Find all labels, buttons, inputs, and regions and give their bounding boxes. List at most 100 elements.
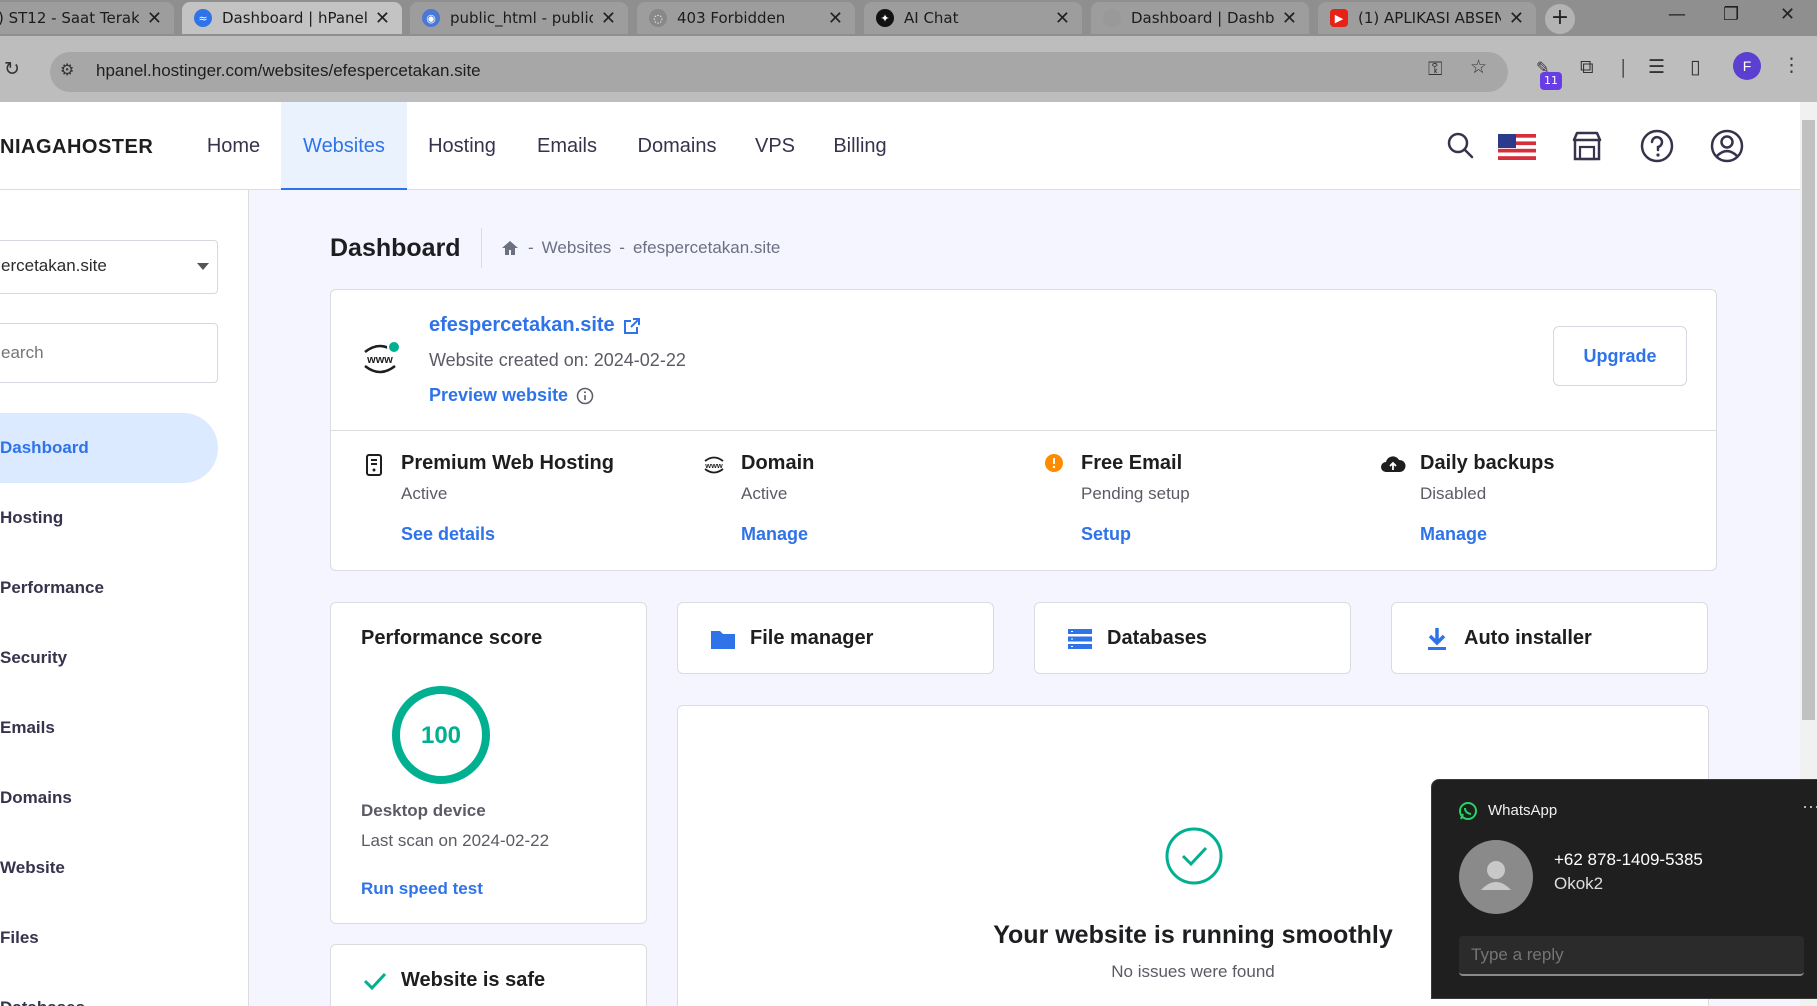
bookmark-star-icon[interactable]: ☆ <box>1470 56 1487 78</box>
service-name: Domain <box>741 452 815 474</box>
notification-message: Okok2 <box>1554 874 1604 893</box>
browser-tab[interactable]: Dashboard | Dashbo ✕ <box>1091 2 1309 34</box>
close-tab-icon[interactable]: ✕ <box>147 8 162 29</box>
sidebar: ercetakan.site Dashboard Hosting Perform… <box>0 190 249 1006</box>
close-tab-icon[interactable]: ✕ <box>1509 8 1524 29</box>
whatsapp-icon <box>1459 802 1477 820</box>
www-globe-icon: www <box>364 340 401 374</box>
nav-emails[interactable]: Emails <box>527 102 607 190</box>
close-tab-icon[interactable]: ✕ <box>1055 8 1070 29</box>
manage-backups-link[interactable]: Manage <box>1420 524 1487 545</box>
reading-list-icon[interactable]: ☰ <box>1648 56 1665 78</box>
scrollbar-thumb[interactable] <box>1802 120 1815 720</box>
site-created-date: Website created on: 2024-02-22 <box>429 350 686 370</box>
service-status: Disabled <box>1420 484 1487 503</box>
sidebar-item-hosting[interactable]: Hosting <box>0 483 218 553</box>
site-name-link[interactable]: efespercetakan.site <box>429 314 641 337</box>
databases-card[interactable]: Databases <box>1034 602 1351 674</box>
reply-input[interactable] <box>1459 936 1804 976</box>
server-icon <box>361 452 387 478</box>
score-gauge: 100 <box>392 686 490 784</box>
store-icon[interactable] <box>1565 124 1609 168</box>
device-label: Desktop device <box>361 801 486 820</box>
puzzle-icon[interactable]: ⧉ <box>1580 56 1594 78</box>
side-panel-icon[interactable]: ▯ <box>1690 56 1700 78</box>
browser-tab[interactable]: ▶ (1) APLIKASI ABSENS ✕ <box>1318 2 1536 34</box>
browser-tab[interactable]: ◌ 403 Forbidden ✕ <box>637 2 855 34</box>
minimize-icon[interactable]: — <box>1668 4 1686 25</box>
us-flag-icon[interactable] <box>1495 124 1539 168</box>
sidebar-item-dashboard[interactable]: Dashboard <box>0 413 218 483</box>
nav-billing[interactable]: Billing <box>823 102 897 190</box>
website-safe-card[interactable]: Website is safe <box>330 944 647 1006</box>
breadcrumb-websites[interactable]: Websites <box>542 238 612 258</box>
browser-tab[interactable]: ✦ AI Chat ✕ <box>864 2 1082 34</box>
close-tab-icon[interactable]: ✕ <box>828 8 843 29</box>
score-value: 100 <box>421 722 461 749</box>
setup-email-link[interactable]: Setup <box>1081 524 1131 545</box>
key-icon[interactable]: ⚿ <box>1428 58 1442 80</box>
url-text[interactable]: hpanel.hostinger.com/websites/efespercet… <box>96 61 481 81</box>
account-icon[interactable] <box>1705 124 1749 168</box>
preview-website-link[interactable]: Preview website <box>429 385 594 406</box>
www-icon: www <box>701 452 727 478</box>
notification-app-name: WhatsApp <box>1488 802 1558 819</box>
auto-installer-card[interactable]: Auto installer <box>1391 602 1708 674</box>
new-tab-button[interactable]: + <box>1545 4 1575 34</box>
upgrade-button[interactable]: Upgrade <box>1553 326 1687 386</box>
close-tab-icon[interactable]: ✕ <box>601 8 616 29</box>
run-speed-test-link[interactable]: Run speed test <box>361 879 483 899</box>
brand-logo[interactable]: NIAGAHOSTER <box>0 136 153 159</box>
app-header: NIAGAHOSTER Home Websites Hosting Emails… <box>0 102 1800 190</box>
manage-domain-link[interactable]: Manage <box>741 524 808 545</box>
see-details-link[interactable]: See details <box>401 524 495 545</box>
service-status: Pending setup <box>1081 484 1190 503</box>
website-select[interactable]: ercetakan.site <box>0 240 218 294</box>
more-options-icon[interactable]: ··· <box>1802 796 1817 817</box>
sidebar-item-databases[interactable]: Databases <box>0 973 218 1006</box>
whatsapp-notification[interactable]: WhatsApp ··· +62 878-1409-5385 Okok2 <box>1431 779 1817 999</box>
nav-websites[interactable]: Websites <box>281 102 407 190</box>
profile-avatar[interactable]: F <box>1733 52 1761 80</box>
close-tab-icon[interactable]: ✕ <box>375 8 390 29</box>
service-name: Daily backups <box>1420 452 1555 474</box>
globe-icon: ◌ <box>649 9 667 27</box>
cloud-upload-icon <box>1380 452 1406 478</box>
reload-icon[interactable]: ↻ <box>4 58 20 80</box>
site-info-icon[interactable]: ⚙ <box>60 60 74 79</box>
youtube-icon: ▶ <box>1330 9 1348 27</box>
sidebar-search-input[interactable] <box>0 323 218 383</box>
sidebar-item-performance[interactable]: Performance <box>0 553 218 623</box>
home-icon[interactable] <box>500 238 520 258</box>
help-icon[interactable] <box>1635 124 1679 168</box>
nav-home[interactable]: Home <box>190 102 277 190</box>
browser-tab-active[interactable]: ≈ Dashboard | hPanel ✕ <box>182 2 402 34</box>
search-icon[interactable] <box>1438 124 1482 168</box>
file-manager-card[interactable]: File manager <box>677 602 994 674</box>
external-link-icon[interactable] <box>623 317 641 335</box>
restore-icon[interactable]: ❐ <box>1723 4 1739 25</box>
sidebar-item-emails[interactable]: Emails <box>0 693 218 763</box>
website-summary-card: www efespercetakan.site Website created … <box>330 289 1717 571</box>
check-icon <box>363 972 387 991</box>
service-name: Premium Web Hosting <box>401 452 614 474</box>
sidebar-item-website[interactable]: Website <box>0 833 218 903</box>
globe-icon: ◉ <box>422 9 440 27</box>
nav-domains[interactable]: Domains <box>627 102 727 190</box>
service-status: Active <box>741 484 788 503</box>
breadcrumb: - Websites - efespercetakan.site <box>500 238 780 258</box>
info-icon[interactable] <box>576 387 594 405</box>
nav-hosting[interactable]: Hosting <box>417 102 507 190</box>
close-tab-icon[interactable]: ✕ <box>1282 8 1297 29</box>
browser-tab[interactable]: ) ST12 - Saat Terakhir ✕ <box>0 2 174 34</box>
browser-tab-bar: ) ST12 - Saat Terakhir ✕ ≈ Dashboard | h… <box>0 0 1817 36</box>
sidebar-item-files[interactable]: Files <box>0 903 218 973</box>
browser-menu-icon[interactable]: ⋮ <box>1782 54 1801 76</box>
nav-vps[interactable]: VPS <box>747 102 803 190</box>
close-window-icon[interactable]: ✕ <box>1780 4 1795 25</box>
breadcrumb-site: efespercetakan.site <box>632 238 781 257</box>
sidebar-item-domains[interactable]: Domains <box>0 763 218 833</box>
browser-tab[interactable]: ◉ public_html - public_ ✕ <box>410 2 628 34</box>
sidebar-item-security[interactable]: Security <box>0 623 218 693</box>
website-safe-label: Website is safe <box>401 969 546 991</box>
